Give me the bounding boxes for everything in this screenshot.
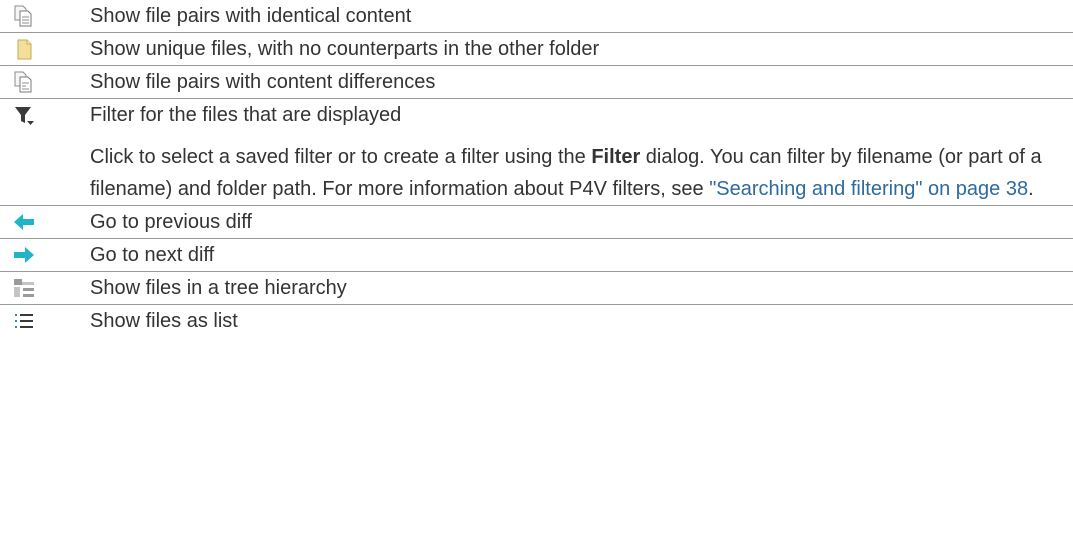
different-files-icon [14, 71, 32, 93]
previous-diff-arrow-icon [14, 214, 34, 230]
next-diff-label: Go to next diff [90, 244, 215, 266]
filter-label: Filter for the files that are displayed [90, 104, 402, 126]
filter-description: Click to select a saved filter or to cre… [90, 141, 1073, 205]
toolbar-icon-table: Show file pairs with identical content S… [0, 0, 1073, 337]
identical-files-icon [14, 5, 32, 27]
table-row: Go to previous diff [0, 205, 1073, 239]
table-row: Show file pairs with identical content [0, 0, 1073, 33]
filter-description-text: Click to select a saved filter or to cre… [90, 146, 592, 168]
previous-diff-label: Go to previous diff [90, 211, 252, 233]
filter-icon [15, 107, 34, 125]
next-diff-arrow-icon [14, 247, 34, 263]
filter-dialog-name: Filter [591, 146, 641, 168]
tree-hierarchy-icon [14, 279, 34, 297]
table-row: Show files in a tree hierarchy [0, 271, 1073, 305]
table-row: Show file pairs with content differences [0, 65, 1073, 99]
list-view-label: Show files as list [90, 310, 238, 332]
different-files-label: Show file pairs with content differences [90, 71, 436, 93]
searching-filtering-link[interactable]: "Searching and filtering" on page 38 [709, 178, 1028, 200]
table-row: Filter for the files that are displayed … [0, 98, 1073, 206]
filter-description-end: . [1028, 178, 1034, 200]
tree-hierarchy-label: Show files in a tree hierarchy [90, 277, 347, 299]
table-row: Go to next diff [0, 238, 1073, 272]
table-row: Show files as list [0, 305, 1073, 338]
table-row: Show unique files, with no counterparts … [0, 32, 1073, 66]
list-view-icon [15, 314, 33, 328]
identical-files-label: Show file pairs with identical content [90, 5, 412, 27]
unique-file-icon [17, 39, 32, 60]
unique-files-label: Show unique files, with no counterparts … [90, 38, 600, 60]
